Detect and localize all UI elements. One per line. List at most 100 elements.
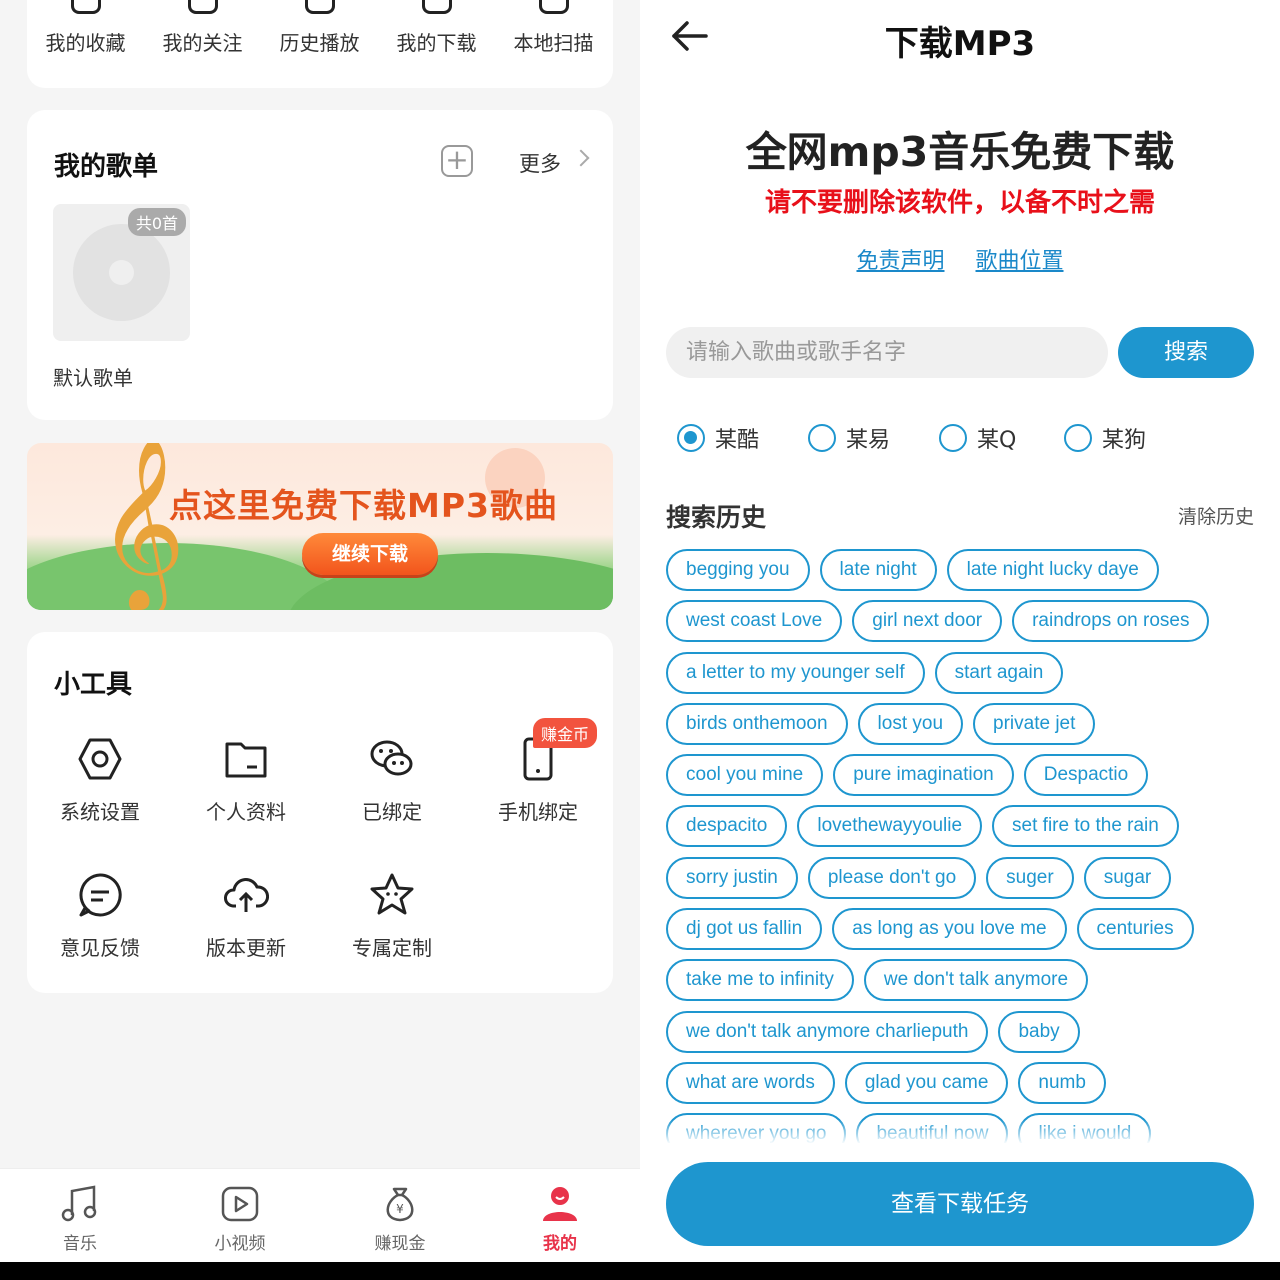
default-playlist-name[interactable]: 默认歌单 xyxy=(53,362,133,391)
history-tag[interactable]: private jet xyxy=(973,702,1096,745)
history-tag[interactable]: girl next door xyxy=(852,600,1003,643)
history-tag-row: sorry justin please don't go suger sugar xyxy=(666,856,1256,908)
song-location-link[interactable]: 歌曲位置 xyxy=(976,249,1064,274)
tool-version-update[interactable]: 版本更新 xyxy=(173,872,319,961)
history-tag[interactable]: set fire to the rain xyxy=(992,805,1179,848)
search-history-tags: begging you late night late night lucky da… xyxy=(666,549,1256,1143)
scan-icon xyxy=(538,0,569,14)
history-tag-row: cool you mine pure imagination Despactio xyxy=(666,754,1256,805)
quick-action-downloads[interactable]: 我的下载 xyxy=(378,0,495,56)
history-tag[interactable]: numb xyxy=(1018,1061,1106,1104)
history-tag[interactable]: despacito xyxy=(666,805,788,848)
history-tag-row: a letter to my younger self start again xyxy=(666,651,1256,703)
source-radio-2[interactable]: 某易 xyxy=(808,422,890,454)
source-radio-4[interactable]: 某狗 xyxy=(1064,422,1146,454)
download-icon xyxy=(421,0,452,14)
history-tag[interactable]: late night lucky daye xyxy=(946,549,1159,591)
links-row: 免责声明 歌曲位置 xyxy=(640,243,1280,275)
wechat-icon xyxy=(370,740,413,776)
search-input[interactable] xyxy=(666,327,1108,378)
download-mp3-screen: 下载MP3 全网mp3音乐免费下载 请不要删除该软件，以备不时之需 免责声明 歌… xyxy=(640,0,1280,1262)
tools-card: 小工具 系统设置 个人资料 已绑定 手机绑定 赚金币 意见反馈 版本更新 专属定… xyxy=(27,632,613,993)
history-tag[interactable]: take me to infinity xyxy=(666,959,854,1002)
history-tag[interactable]: pure imagination xyxy=(833,754,1014,797)
history-tag[interactable]: as long as you love me xyxy=(832,908,1067,951)
history-tag[interactable]: birds onthemoon xyxy=(666,702,848,745)
history-tag[interactable]: glad you came xyxy=(844,1061,1009,1104)
history-tag[interactable]: a letter to my younger self xyxy=(666,651,925,694)
history-tag[interactable]: we don't talk anymore charlieputh xyxy=(666,1010,989,1053)
headline: 全网mp3音乐免费下载 xyxy=(745,128,1175,176)
history-icon xyxy=(304,0,335,14)
chevron-right-icon[interactable] xyxy=(572,149,590,167)
music-note-icon xyxy=(61,1185,97,1222)
disclaimer-link[interactable]: 免责声明 xyxy=(856,249,944,274)
warning-text: 请不要删除该软件，以备不时之需 xyxy=(764,188,1155,218)
history-tag[interactable]: please don't go xyxy=(807,856,977,899)
user-icon xyxy=(543,1187,577,1221)
nav-short-video[interactable]: 小视频 xyxy=(160,1185,320,1254)
source-radio-1[interactable]: 某酷 xyxy=(677,422,759,454)
history-tag[interactable]: raindrops on roses xyxy=(1012,600,1210,643)
history-tag-row: west coast Love girl next door raindrops o… xyxy=(666,600,1256,651)
song-count-badge: 共0首 xyxy=(127,208,186,236)
nav-mine[interactable]: 我的 xyxy=(480,1185,640,1254)
tool-profile[interactable]: 个人资料 xyxy=(173,736,319,825)
default-playlist-cover[interactable]: 共0首 xyxy=(53,204,190,341)
quick-action-favorites[interactable]: 我的收藏 xyxy=(27,0,144,56)
history-tag[interactable]: sorry justin xyxy=(666,856,798,899)
view-download-tasks-button[interactable]: 查看下载任务 xyxy=(666,1162,1254,1246)
history-tag[interactable]: dj got us fallin xyxy=(666,908,823,951)
tool-phone-bind[interactable]: 手机绑定 xyxy=(465,736,611,825)
continue-download-button[interactable]: 继续下载 xyxy=(302,533,438,575)
history-tag[interactable]: what are words xyxy=(666,1061,835,1104)
tools-title: 小工具 xyxy=(54,670,133,700)
quick-action-local-scan[interactable]: 本地扫描 xyxy=(495,0,612,56)
history-tag[interactable]: begging you xyxy=(666,549,810,591)
history-tag[interactable]: we don't talk anymore xyxy=(863,959,1089,1002)
play-video-icon xyxy=(221,1186,259,1222)
radio-unchecked-icon xyxy=(939,424,967,452)
history-tag[interactable]: suger xyxy=(986,856,1074,899)
search-button[interactable]: 搜索 xyxy=(1118,327,1254,378)
nav-earn-cash[interactable]: ¥ 赚现金 xyxy=(320,1185,480,1254)
tool-bound[interactable]: 已绑定 xyxy=(319,736,465,825)
settings-hexagon-icon xyxy=(78,738,122,780)
history-tag-row: birds onthemoon lost you private jet xyxy=(666,702,1256,754)
history-tag[interactable]: lost you xyxy=(857,702,964,745)
history-tag[interactable]: late night xyxy=(819,549,937,591)
nav-music[interactable]: 音乐 xyxy=(0,1185,160,1254)
history-tag[interactable]: centuries xyxy=(1076,908,1194,951)
history-tag[interactable]: west coast Love xyxy=(666,600,843,643)
star-face-icon xyxy=(370,873,414,915)
download-mp3-banner[interactable]: 𝄞 点这里免费下载MP3歌曲 继续下载 xyxy=(27,443,613,610)
quick-actions-card: 我的收藏 我的关注 历史播放 我的下载 本地扫描 xyxy=(27,0,613,88)
tool-feedback[interactable]: 意见反馈 xyxy=(27,872,173,961)
history-tag[interactable]: start again xyxy=(934,651,1064,694)
clear-history-button[interactable]: 清除历史 xyxy=(1178,502,1254,529)
quick-action-history[interactable]: 历史播放 xyxy=(261,0,378,56)
earn-coins-badge: 赚金币 xyxy=(533,718,598,748)
history-tag[interactable]: lovethewayyoulie xyxy=(797,805,983,848)
history-tag-row: begging you late night late night lucky da… xyxy=(666,549,1256,600)
folder-icon xyxy=(225,742,267,778)
history-tag[interactable]: Despactio xyxy=(1023,754,1149,797)
quick-action-following[interactable]: 我的关注 xyxy=(144,0,261,56)
radio-checked-icon xyxy=(677,424,705,452)
history-tag-row: what are words glad you came numb xyxy=(666,1061,1256,1113)
history-tag[interactable]: cool you mine xyxy=(666,754,824,797)
more-link[interactable]: 更多 xyxy=(519,148,561,178)
history-tag[interactable]: sugar xyxy=(1083,856,1172,899)
add-playlist-button[interactable]: + xyxy=(441,145,473,177)
history-tag-row: despacito lovethewayyoulie set fire to the… xyxy=(666,805,1256,856)
tool-custom[interactable]: 专属定制 xyxy=(319,872,465,961)
history-tag[interactable]: baby xyxy=(998,1010,1080,1053)
page-title: 下载MP3 xyxy=(884,24,1036,64)
playlists-title: 我的歌单 xyxy=(54,152,159,182)
tool-system-settings[interactable]: 系统设置 xyxy=(27,736,173,825)
history-tag-row: we don't talk anymore charlieputh baby xyxy=(666,1010,1256,1062)
source-radio-3[interactable]: 某Q xyxy=(939,422,1016,454)
star-icon xyxy=(70,0,101,14)
scroll-fade xyxy=(640,1120,1280,1144)
cloud-upload-icon xyxy=(224,878,269,912)
